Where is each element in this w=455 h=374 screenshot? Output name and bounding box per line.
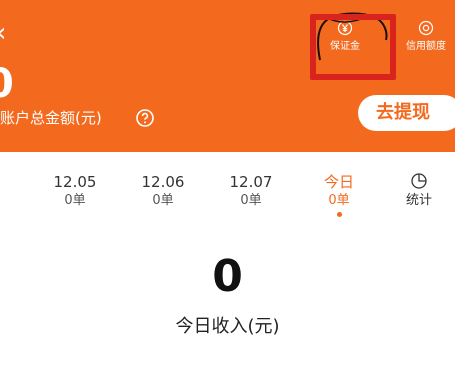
help-icon[interactable] (135, 108, 155, 128)
balance-label: 账户总金额(元) (0, 109, 102, 127)
selected-indicator (336, 212, 342, 217)
back-icon[interactable]: ‹ (0, 20, 6, 46)
order-count: 0单 (328, 193, 350, 208)
date-label: 12.07 (229, 173, 273, 191)
date-item[interactable]: 12.05 0单 (40, 172, 110, 210)
account-header: ‹ 0 账户总金额(元) 保证金 信用额度 去提现 (0, 0, 455, 152)
date-label: 12.05 (53, 173, 97, 191)
statistics-button[interactable]: 统计 (394, 172, 444, 210)
pie-chart-icon (411, 173, 427, 189)
credit-limit-button[interactable]: 信用额度 (396, 20, 455, 54)
order-count: 0单 (240, 193, 262, 208)
credit-limit-label: 信用额度 (406, 41, 446, 52)
today-income-label: 今日收入(元) (175, 316, 280, 337)
order-count: 0单 (64, 193, 86, 208)
date-label: 12.06 (141, 173, 185, 191)
statistics-label: 统计 (405, 193, 432, 208)
target-icon (418, 20, 434, 36)
date-item-today[interactable]: 今日 0单 (304, 172, 374, 217)
withdraw-button[interactable]: 去提现 (358, 95, 455, 131)
date-item[interactable]: 12.06 0单 (128, 172, 198, 210)
balance-value: 0 (0, 64, 14, 104)
order-count: 0单 (152, 193, 174, 208)
date-item[interactable]: 12.07 0单 (216, 172, 286, 210)
date-selector: : 12.05 0单 12.06 0单 12.07 0单 今日 0单 统计 (0, 166, 455, 226)
today-income-value: 0 (212, 251, 243, 302)
date-label: 今日 (323, 173, 354, 191)
annotation-scribble (317, 12, 388, 61)
